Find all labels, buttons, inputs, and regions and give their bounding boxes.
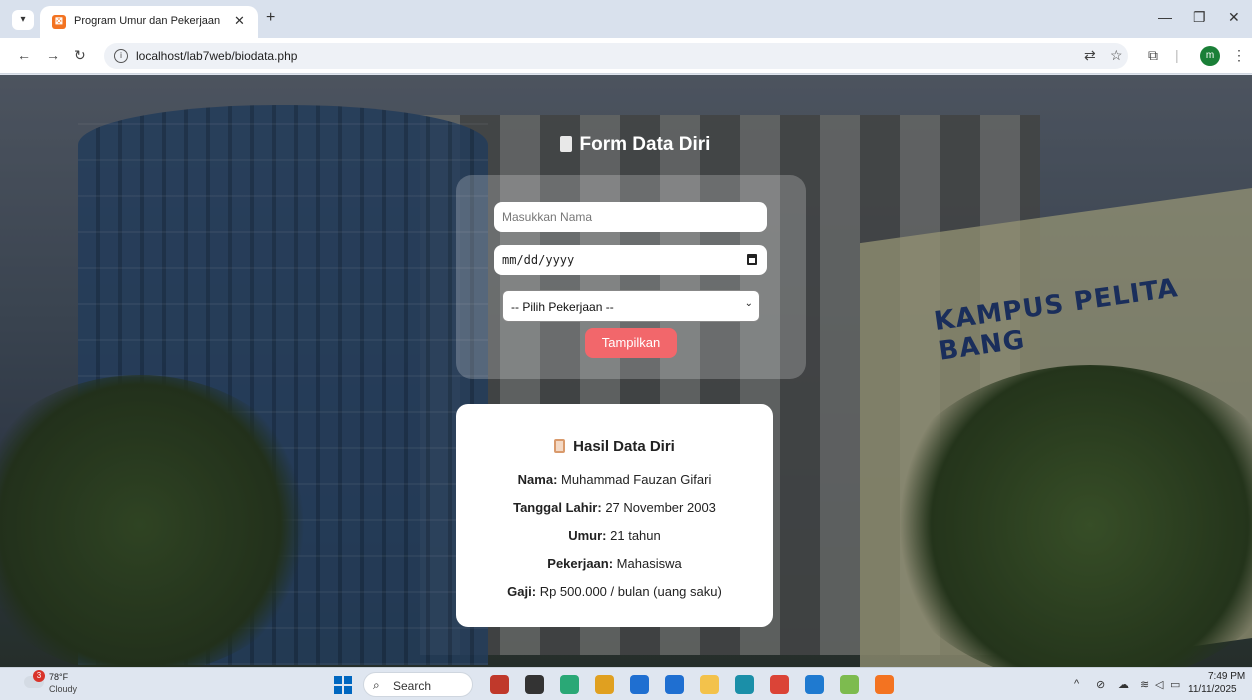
restore-icon[interactable]: ❐ [1193,9,1206,26]
xampp-app-icon[interactable] [875,675,894,694]
result-row-birthdate: Tanggal Lahir: 27 November 2003 [513,500,716,515]
task-view-app-icon[interactable] [525,675,544,694]
paint-app-icon[interactable] [840,675,859,694]
translate-icon[interactable]: ⇄ [1084,47,1096,64]
active-tab[interactable]: ⊠ Program Umur dan Pekerjaan ✕ [40,6,258,38]
battery-icon[interactable]: ▭ [1170,678,1180,691]
calendar-icon[interactable] [747,254,757,265]
form-card: Masukkan Nama mm/dd/yyyy -- Pilih Pekerj… [456,175,806,379]
forward-icon[interactable]: → [46,47,60,63]
file-explorer-app-icon[interactable] [700,675,719,694]
widgets-app-icon[interactable] [490,675,509,694]
clock-time[interactable]: 7:49 PM [1208,671,1245,682]
meet-now-icon[interactable]: ⊘ [1096,678,1105,691]
close-window-icon[interactable]: ✕ [1228,9,1240,26]
date-placeholder: mm/dd/yyyy [502,253,575,267]
document-icon [559,136,572,152]
search-icon: ⌕ [373,678,380,692]
result-row-age: Umur: 21 tahun [568,528,661,543]
chevron-up-icon[interactable]: ^ [1074,678,1079,690]
birthdate-input[interactable]: mm/dd/yyyy [494,245,767,275]
name-input[interactable]: Masukkan Nama [494,202,767,232]
job-select[interactable]: -- Pilih Pekerjaan -- ⌄ [502,290,760,322]
search-label: Search [393,679,432,693]
form-title: Form Data Diri [579,134,711,155]
page-viewport: KAMPUS PELITA BANG Form Data Diri Masukk… [0,75,1252,667]
show-button[interactable]: Tampilkan [585,328,677,358]
copilot-app-icon[interactable] [560,675,579,694]
result-card: Hasil Data Diri Nama: Muhammad Fauzan Gi… [456,404,773,627]
notification-badge: 3 [33,670,45,682]
browser-tab-bar: ▾ ⊠ Program Umur dan Pekerjaan ✕ + — ❐ ✕ [0,0,1252,38]
profile-avatar[interactable]: m [1200,46,1220,66]
tab-search-button[interactable]: ▾ [12,10,34,30]
job-select-value: -- Pilih Pekerjaan -- [511,300,614,314]
minimize-icon[interactable]: — [1158,9,1172,25]
chrome-app-icon[interactable] [770,675,789,694]
close-tab-icon[interactable]: ✕ [234,13,245,29]
onedrive-icon[interactable]: ☁ [1118,678,1129,691]
result-title: Hasil Data Diri [573,438,675,455]
site-info-icon[interactable]: i [114,49,128,63]
volume-icon[interactable]: ◁ [1155,678,1163,691]
result-row-salary: Gaji: Rp 500.000 / bulan (uang saku) [507,584,722,599]
clipboard-icon [554,439,566,453]
url-text[interactable]: localhost/lab7web/biodata.php [136,49,297,63]
form-heading: Form Data Diri [540,134,730,156]
result-heading: Hasil Data Diri [456,438,773,455]
teams-app-icon[interactable] [665,675,684,694]
taskbar: 3 78°F Cloudy ⌕ Search ^ ⊘ ☁ ≋ ◁ ▭ 7:49 … [0,667,1252,700]
omnibox[interactable]: i localhost/lab7web/biodata.php ⇄ ☆ [104,43,1128,69]
extensions-icon[interactable]: ⧉ [1148,47,1158,64]
result-row-job: Pekerjaan: Mahasiswa [547,556,682,571]
result-row-name: Nama: Muhammad Fauzan Gifari [517,472,712,487]
weather-temperature[interactable]: 78°F [49,672,68,682]
windows-start-icon[interactable] [334,676,352,694]
reload-icon[interactable]: ↻ [74,47,86,64]
address-bar-row: ← → ↻ i localhost/lab7web/biodata.php ⇄ … [0,38,1252,74]
new-tab-icon[interactable]: + [266,9,275,27]
back-icon[interactable]: ← [17,47,31,63]
browser-menu-icon[interactable]: ⋮ [1232,47,1246,64]
clock-date[interactable]: 11/11/2025 [1188,684,1237,695]
toolbar-divider: | [1175,47,1179,63]
bookmark-star-icon[interactable]: ☆ [1110,47,1123,64]
store-app-icon[interactable] [630,675,649,694]
edge-app-icon[interactable] [735,675,754,694]
taskbar-search[interactable]: ⌕ Search [363,672,473,697]
weather-condition[interactable]: Cloudy [49,684,77,694]
photos-app-icon[interactable] [595,675,614,694]
xampp-icon: ⊠ [52,15,66,29]
chevron-down-icon: ⌄ [744,298,753,309]
wifi-icon[interactable]: ≋ [1140,678,1149,691]
vscode-app-icon[interactable] [805,675,824,694]
tab-title: Program Umur dan Pekerjaan [74,15,221,27]
